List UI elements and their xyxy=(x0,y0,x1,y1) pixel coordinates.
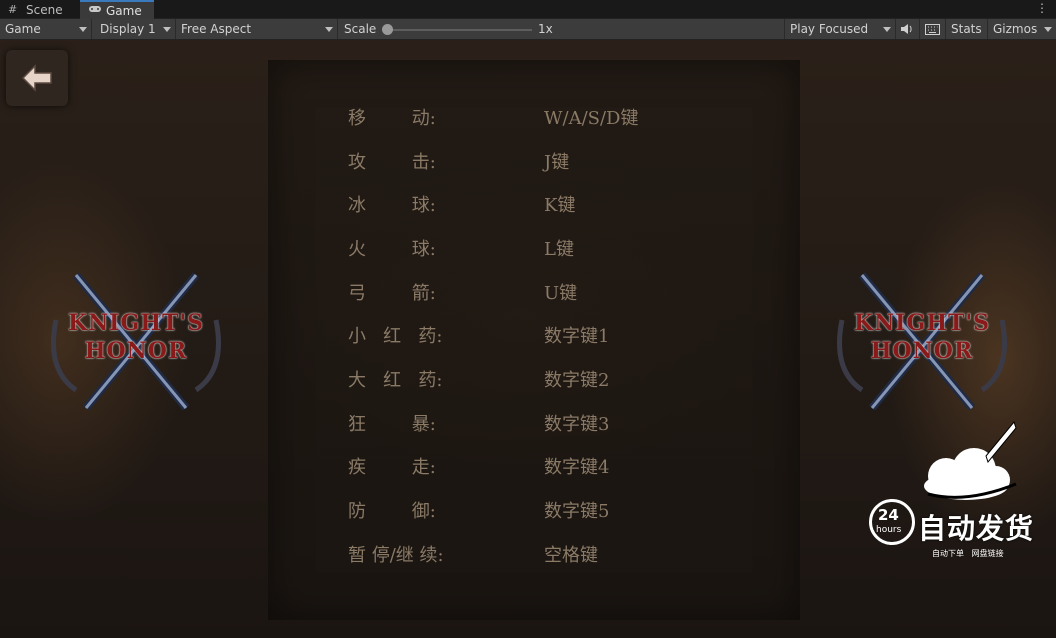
scale-slider-handle[interactable] xyxy=(382,24,393,35)
knights-honor-logo-left: KNIGHT'S HONOR xyxy=(46,260,226,410)
watermark-overlay: 24 hours 自动发货 自动下单 网盘链接 xyxy=(866,414,1052,564)
stats-label: Stats xyxy=(951,22,982,36)
stats-button[interactable]: Stats xyxy=(946,19,988,39)
control-key: 空格键 xyxy=(544,545,598,566)
game-toolbar: Game Display 1 Free Aspect Scale 1x Play… xyxy=(0,19,1056,40)
control-key: K键 xyxy=(544,195,576,216)
tab-game-label: Game xyxy=(106,3,142,18)
back-button[interactable] xyxy=(6,50,68,106)
tab-scene-label: Scene xyxy=(26,2,63,17)
keyboard-icon xyxy=(925,23,940,35)
control-action: 移 动: xyxy=(348,108,436,129)
display-dropdown-label: Display 1 xyxy=(100,22,156,36)
gizmos-dropdown[interactable]: Gizmos xyxy=(988,19,1056,39)
aspect-dropdown-label: Free Aspect xyxy=(181,22,252,36)
control-action: 疾 走: xyxy=(348,457,436,478)
control-action: 狂 暴: xyxy=(348,414,436,435)
editor-tab-bar: # Scene Game ⋮ xyxy=(0,0,1056,19)
watermark-subtitle: 自动下单 网盘链接 xyxy=(932,549,1004,558)
chevron-down-icon xyxy=(163,27,171,32)
arrow-left-icon xyxy=(21,64,52,92)
control-action: 弓 箭: xyxy=(348,283,436,304)
watermark-unit: hours xyxy=(876,525,902,535)
control-action: 攻 击: xyxy=(348,152,436,173)
logo-title-line2: HONOR xyxy=(84,338,188,364)
play-mode-label: Play Focused xyxy=(790,22,869,36)
cloud-rocket-icon xyxy=(924,420,1017,500)
control-key: 数字键5 xyxy=(544,501,610,522)
aspect-dropdown[interactable]: Free Aspect xyxy=(176,19,338,39)
tab-scene[interactable]: # Scene xyxy=(0,0,80,19)
grid-icon: # xyxy=(8,3,18,16)
display-dropdown[interactable]: Display 1 xyxy=(92,19,176,39)
chevron-down-icon xyxy=(325,27,333,32)
control-action: 火 球: xyxy=(348,239,436,260)
logo-title-line2: HONOR xyxy=(870,338,974,364)
chevron-down-icon xyxy=(883,27,891,32)
control-key: W/A/S/D键 xyxy=(544,108,639,129)
scale-slider-track[interactable] xyxy=(384,29,532,31)
control-action: 小 红 药: xyxy=(348,326,443,347)
speaker-icon xyxy=(901,24,912,34)
control-action: 暂 停/继 续: xyxy=(348,545,444,566)
keyboard-shortcuts-button[interactable] xyxy=(920,19,946,39)
gamepad-icon xyxy=(88,4,102,17)
chevron-down-icon xyxy=(79,27,87,32)
control-action: 大 红 药: xyxy=(348,370,443,391)
control-key: J键 xyxy=(544,152,570,173)
control-key: 数字键1 xyxy=(544,326,610,347)
control-action: 防 御: xyxy=(348,501,436,522)
control-key: 数字键2 xyxy=(544,370,610,391)
chevron-down-icon xyxy=(1044,27,1052,32)
mute-audio-button[interactable] xyxy=(896,19,920,39)
view-dropdown-label: Game xyxy=(5,22,41,36)
watermark-title: 自动发货 xyxy=(918,512,1035,545)
control-action: 冰 球: xyxy=(348,195,436,216)
view-dropdown[interactable]: Game xyxy=(0,19,92,39)
watermark-number: 24 xyxy=(878,506,899,524)
control-key: 数字键4 xyxy=(544,457,610,478)
scale-value: 1x xyxy=(538,22,553,36)
logo-title-line1: KNIGHT'S xyxy=(853,310,991,336)
logo-title-line1: KNIGHT'S xyxy=(67,310,205,336)
tab-game[interactable]: Game xyxy=(80,0,154,19)
play-mode-dropdown[interactable]: Play Focused xyxy=(784,19,896,39)
gizmos-label: Gizmos xyxy=(993,22,1038,36)
control-key: L键 xyxy=(544,239,574,260)
control-key: 数字键3 xyxy=(544,414,610,435)
scale-label: Scale xyxy=(344,22,377,36)
knights-honor-logo-right: KNIGHT'S HONOR xyxy=(832,260,1012,410)
kebab-menu-icon[interactable]: ⋮ xyxy=(1036,1,1048,15)
control-key: U键 xyxy=(544,283,578,304)
